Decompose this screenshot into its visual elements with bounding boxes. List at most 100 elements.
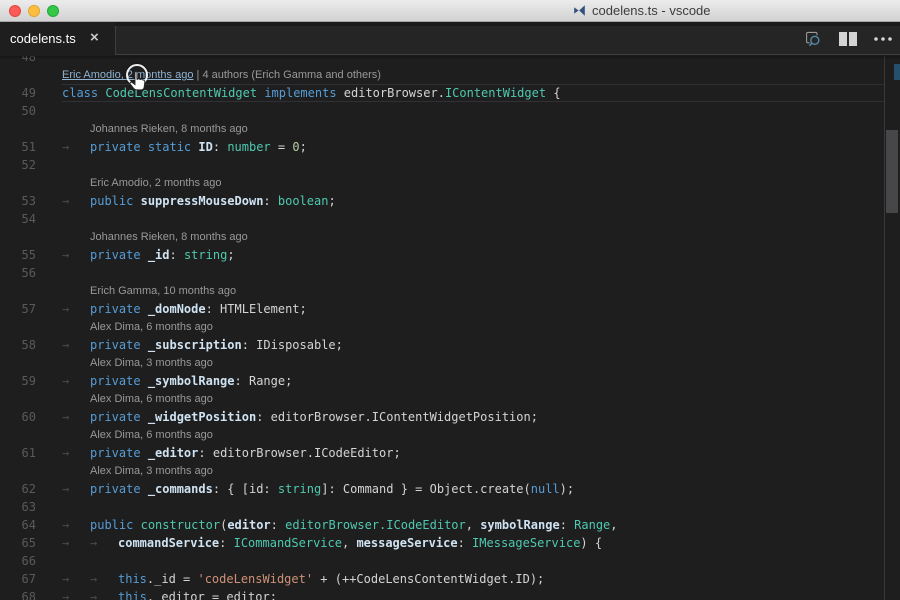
code-token: private bbox=[90, 446, 141, 460]
tab-whitespace-arrow: → bbox=[62, 192, 90, 210]
gutter: 49 bbox=[0, 84, 62, 102]
line-number: 61 bbox=[0, 444, 36, 462]
code-token: messageService bbox=[356, 536, 457, 550]
code-token: ; bbox=[300, 140, 307, 154]
code-token: private bbox=[90, 140, 141, 154]
codelens-content: Alex Dima, 6 months ago bbox=[62, 318, 213, 336]
code-line: 60→private _widgetPosition: editorBrowse… bbox=[0, 408, 900, 426]
tab-whitespace-arrow: → bbox=[62, 300, 90, 318]
code-token: : bbox=[560, 518, 574, 532]
code-token bbox=[141, 248, 148, 262]
code-token: private bbox=[90, 302, 141, 316]
code-token: , bbox=[610, 518, 617, 532]
code-token: , bbox=[466, 518, 480, 532]
codelens-content: Alex Dima, 6 months ago bbox=[62, 390, 213, 408]
code-line: 66 bbox=[0, 552, 900, 570]
code-line: 64 →public constructor(editor: editorBrow… bbox=[0, 516, 900, 534]
code-line: 56 bbox=[0, 264, 900, 282]
code-token: private bbox=[90, 248, 141, 262]
code-token: ICommandService bbox=[234, 536, 342, 550]
code-token: ID bbox=[198, 140, 212, 154]
codelens-content: Eric Amodio, 2 months ago bbox=[62, 174, 221, 192]
tab-whitespace-arrow: → bbox=[90, 570, 118, 588]
line-number: 67 bbox=[0, 570, 36, 588]
code-text: →private static ID: number = 0; bbox=[62, 138, 307, 156]
code-token: implements bbox=[264, 86, 336, 100]
split-editor-button[interactable] bbox=[837, 28, 859, 50]
close-window-button[interactable] bbox=[9, 5, 21, 17]
magnifier-document-icon bbox=[803, 29, 823, 49]
code-token bbox=[141, 338, 148, 352]
codelens-authors-link[interactable]: Eric Amodio, 2 months ago bbox=[62, 69, 193, 81]
tab-strip-empty-area bbox=[115, 26, 900, 55]
code-token: : bbox=[170, 248, 184, 262]
gutter: 58 bbox=[0, 336, 62, 354]
line-number: 54 bbox=[0, 210, 36, 228]
gutter bbox=[0, 390, 62, 408]
zoom-window-button[interactable] bbox=[47, 5, 59, 17]
code-token: : bbox=[458, 536, 472, 550]
code-text: →public constructor(editor: editorBrowse… bbox=[62, 516, 618, 534]
codelens-content: Eric Amodio, 2 months ago | 4 authors (E… bbox=[62, 66, 381, 84]
code-token: ; bbox=[227, 248, 234, 262]
code-token: ._id = bbox=[147, 572, 198, 586]
gutter: 57 bbox=[0, 300, 62, 318]
editor[interactable]: 48 Eric Amodio, 2 months ago | 4 authors … bbox=[0, 56, 900, 600]
close-icon[interactable]: × bbox=[90, 30, 99, 46]
line-number: 64 bbox=[0, 516, 36, 534]
codelens-row: Eric Amodio, 2 months ago | 4 authors (E… bbox=[0, 66, 900, 84]
code-line: 53→public suppressMouseDown: boolean; bbox=[0, 192, 900, 210]
gutter bbox=[0, 228, 62, 246]
line-number: 48 bbox=[0, 56, 36, 66]
gutter bbox=[0, 318, 62, 336]
tab-whitespace-arrow: → bbox=[62, 516, 90, 534]
code-token: number bbox=[227, 140, 270, 154]
gutter bbox=[0, 354, 62, 372]
codelens-row: Alex Dima, 6 months ago bbox=[0, 318, 900, 336]
tab-whitespace-arrow: → bbox=[62, 534, 90, 552]
code-token: public bbox=[90, 194, 133, 208]
scrollbar-thumb[interactable] bbox=[886, 130, 898, 213]
code-token: string bbox=[278, 482, 321, 496]
code-token: ; bbox=[328, 194, 335, 208]
code-token: , bbox=[342, 536, 356, 550]
tab-whitespace-arrow: → bbox=[62, 138, 90, 156]
code-token: this bbox=[118, 572, 147, 586]
code-token bbox=[133, 518, 140, 532]
overview-ruler-marker bbox=[894, 64, 900, 80]
tab-codelens-ts[interactable]: codelens.ts × bbox=[0, 22, 115, 56]
line-number: 65 bbox=[0, 534, 36, 552]
code-token bbox=[133, 194, 140, 208]
code-token: IMessageService bbox=[472, 536, 580, 550]
window-title-group: codelens.ts - vscode bbox=[573, 3, 711, 18]
line-number: 56 bbox=[0, 264, 36, 282]
editor-actions bbox=[802, 22, 894, 56]
open-preview-button[interactable] bbox=[802, 28, 824, 50]
gutter: 67 bbox=[0, 570, 62, 588]
minimize-window-button[interactable] bbox=[28, 5, 40, 17]
code-token: : bbox=[219, 536, 233, 550]
more-actions-button[interactable] bbox=[872, 28, 894, 50]
gutter: 55 bbox=[0, 246, 62, 264]
tab-whitespace-arrow: → bbox=[90, 588, 118, 600]
code-line: 61 →private _editor: editorBrowser.ICodeE… bbox=[0, 444, 900, 462]
code-line: 57→private _domNode: HTMLElement; bbox=[0, 300, 900, 318]
line-number: 66 bbox=[0, 552, 36, 570]
code-text: →private _editor: editorBrowser.ICodeEdi… bbox=[62, 444, 401, 462]
code-token: CodeLensContentWidget bbox=[105, 86, 257, 100]
code-line: 48 bbox=[0, 56, 900, 66]
code-line: 68→→this._editor = editor; bbox=[0, 588, 900, 600]
codelens-text: Alex Dima, 3 months ago bbox=[90, 465, 213, 477]
code-token: boolean bbox=[278, 194, 329, 208]
code-text: →private _id: string; bbox=[62, 246, 235, 264]
tab-whitespace-arrow: → bbox=[62, 570, 90, 588]
code-token: _commands bbox=[148, 482, 213, 496]
code-token bbox=[141, 302, 148, 316]
gutter bbox=[0, 426, 62, 444]
code-text: class CodeLensContentWidget implements e… bbox=[62, 84, 561, 102]
code-token: null bbox=[531, 482, 560, 496]
codelens-row: Alex Dima, 6 months ago bbox=[0, 390, 900, 408]
gutter: 61 bbox=[0, 444, 62, 462]
gutter: 68 bbox=[0, 588, 62, 600]
code-token: this bbox=[118, 590, 147, 600]
